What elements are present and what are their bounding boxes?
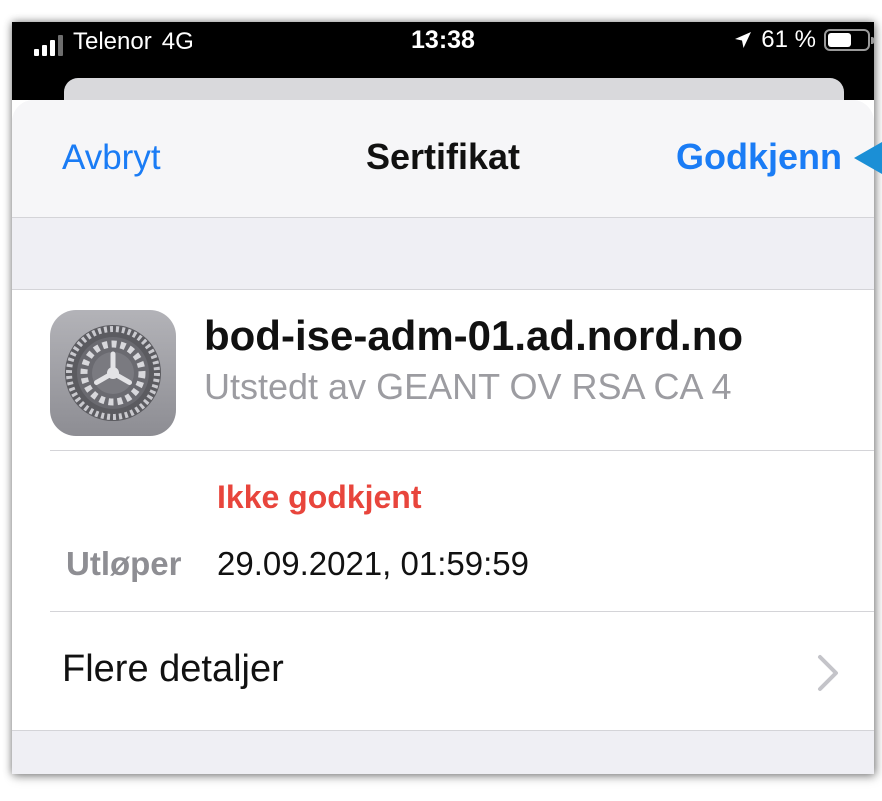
annotation-arrow-icon [854,142,882,174]
certificate-group: bod-ise-adm-01.ad.nord.no Utstedt av GEA… [12,290,874,730]
status-bar-right: 61 % [733,26,874,54]
section-gap [12,218,874,290]
location-arrow-icon [735,32,752,48]
more-details-label: Flere detaljer [62,648,284,690]
chevron-right-icon [818,655,838,691]
battery-icon [824,29,874,51]
certificate-sheet: Avbryt Sertifikat Godkjenn bod-ise-adm-0… [12,100,874,774]
certificate-issuer: Utstedt av GEANT OV RSA CA 4 [204,366,732,407]
certificate-name: bod-ise-adm-01.ad.nord.no [204,312,744,359]
expires-value: 29.09.2021, 01:59:59 [217,545,529,582]
battery-fill [828,33,852,47]
battery-percent: 61 % [761,26,816,53]
cancel-button[interactable]: Avbryt [62,138,161,178]
approve-button[interactable]: Godkjenn [676,136,842,178]
phone-screenshot: Telenor 4G 13:38 61 % Avbryt Sertifikat … [12,22,874,774]
settings-gear-icon [50,310,176,436]
certificate-status: Ikke godkjent Utløper 29.09.2021, 01:59:… [12,451,874,611]
section-gap [12,730,874,774]
navigation-bar: Avbryt Sertifikat Godkjenn [12,100,874,218]
certificate-header: bod-ise-adm-01.ad.nord.no Utstedt av GEA… [12,290,874,450]
expires-label: Utløper [66,545,182,582]
trust-status: Ikke godkjent [217,479,422,515]
more-details-row[interactable]: Flere detaljer [12,612,874,730]
